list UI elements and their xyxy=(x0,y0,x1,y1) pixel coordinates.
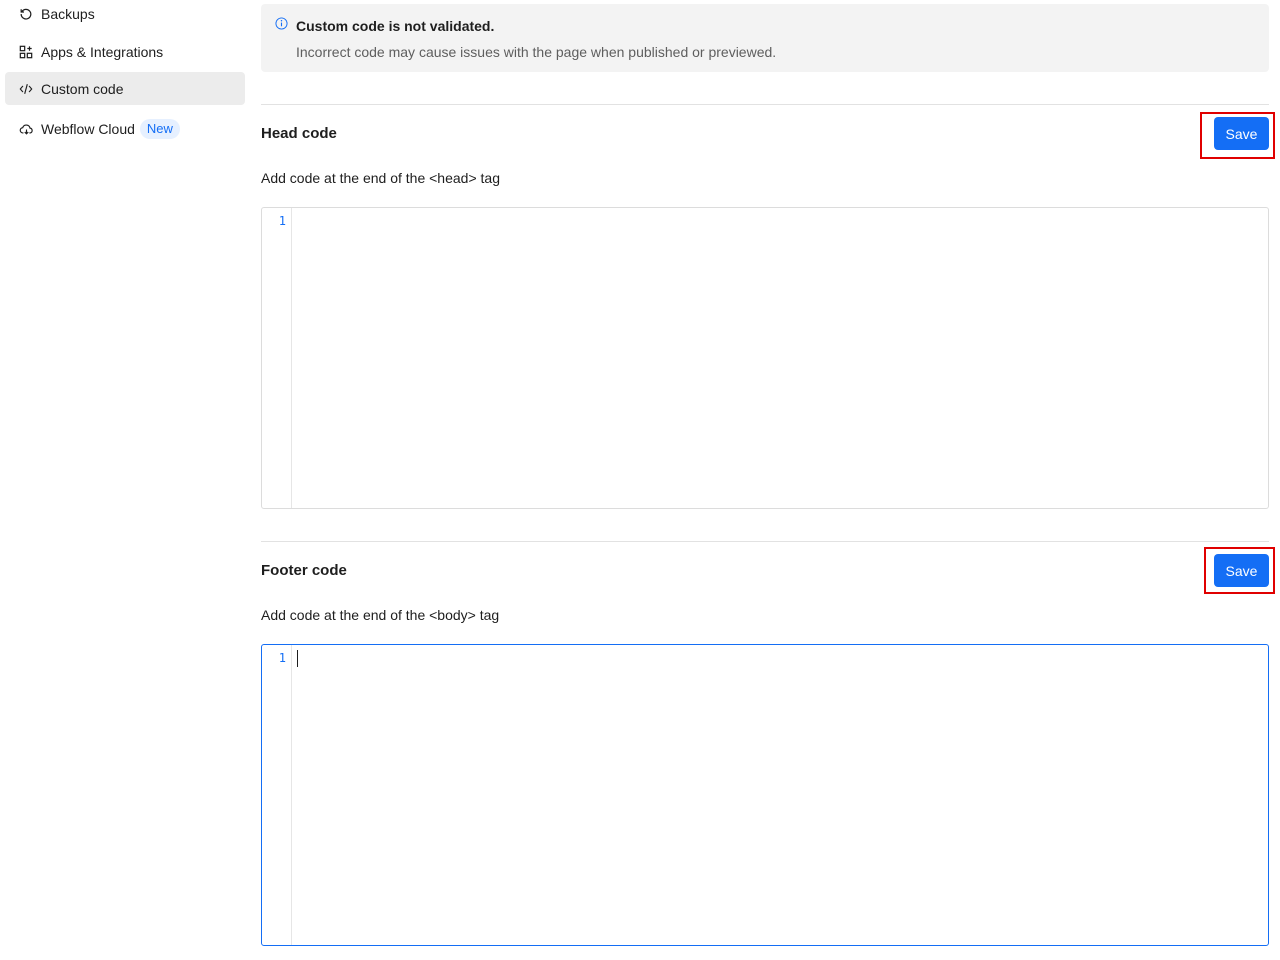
text-cursor xyxy=(297,650,298,667)
restore-icon xyxy=(18,6,34,22)
sidebar-item-label: Custom code xyxy=(41,80,124,97)
divider xyxy=(261,104,1269,105)
sidebar-item-custom-code[interactable]: Custom code xyxy=(5,72,245,105)
footer-code-title: Footer code xyxy=(261,562,347,579)
sidebar-item-label: Webflow Cloud xyxy=(41,120,135,137)
head-code-editor[interactable]: 1 xyxy=(261,207,1269,509)
apps-grid-icon xyxy=(18,44,34,60)
head-code-save-button[interactable]: Save xyxy=(1214,117,1269,150)
sidebar-item-label: Backups xyxy=(41,5,95,22)
footer-code-editor[interactable]: 1 xyxy=(261,644,1269,946)
line-gutter: 1 xyxy=(262,208,292,508)
head-code-title: Head code xyxy=(261,125,337,142)
head-code-description: Add code at the end of the <head> tag xyxy=(261,170,500,186)
head-code-input[interactable] xyxy=(293,208,1268,508)
custom-code-panel: Custom code is not validated. Incorrect … xyxy=(261,0,1275,960)
line-gutter: 1 xyxy=(262,645,292,945)
notice-title: Custom code is not validated. xyxy=(296,18,495,34)
footer-code-save-button[interactable]: Save xyxy=(1214,554,1269,587)
sidebar-item-webflow-cloud[interactable]: Webflow Cloud New xyxy=(5,112,245,145)
notice-description: Incorrect code may cause issues with the… xyxy=(296,44,777,60)
new-badge: New xyxy=(139,118,180,139)
footer-code-input[interactable] xyxy=(293,645,1268,945)
line-number: 1 xyxy=(278,651,286,665)
validation-notice: Custom code is not validated. Incorrect … xyxy=(261,4,1269,72)
code-icon xyxy=(18,81,34,97)
cloud-icon xyxy=(18,121,34,137)
sidebar-item-label: Apps & Integrations xyxy=(41,43,164,60)
settings-page: Backups Apps & Integrations Custom code … xyxy=(0,0,1280,960)
footer-code-description: Add code at the end of the <body> tag xyxy=(261,607,500,623)
sidebar-item-backups[interactable]: Backups xyxy=(5,0,245,30)
sidebar-item-apps-integrations[interactable]: Apps & Integrations xyxy=(5,35,245,68)
sidebar: Backups Apps & Integrations Custom code … xyxy=(0,0,253,960)
divider xyxy=(261,541,1269,542)
line-number: 1 xyxy=(278,214,286,228)
info-icon xyxy=(275,17,288,30)
